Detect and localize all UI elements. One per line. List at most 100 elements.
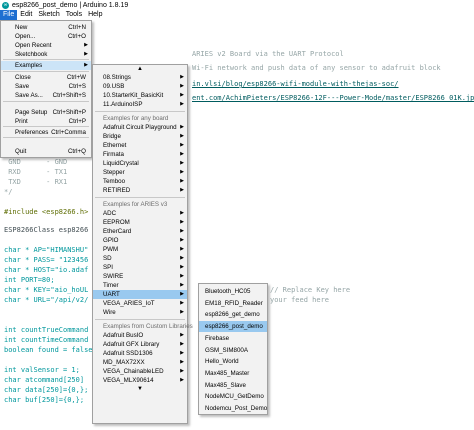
examples-menu-item-md-max72xx[interactable]: MD_MAX72XX ▶	[93, 358, 187, 367]
menu-item-shortcut: Ctrl+Comma	[51, 129, 86, 136]
menu-item-label: 11.ArduinoISP	[103, 101, 143, 108]
code-line: GND - GND	[4, 158, 68, 166]
menu-item-label: Ethernet	[103, 142, 127, 149]
examples-menu-item-vega-aries-iot[interactable]: VEGA_ARIES_IoT ▶	[93, 299, 187, 308]
file-menu-item-quit[interactable]: Quit Ctrl+Q	[1, 147, 91, 156]
code-line: int countTimeCommand	[4, 336, 89, 344]
menu-item-label: Max485_Master	[205, 369, 250, 377]
code-line: char * KEY="aio_hoUL	[4, 286, 89, 294]
file-menu-item-page-setup[interactable]: Page Setup Ctrl+Shift+P	[1, 108, 91, 117]
uart-menu-item-gsm-sim800a[interactable]: GSM_SIM800A	[199, 345, 267, 356]
examples-menu-item-spi[interactable]: SPI ▶	[93, 263, 187, 272]
examples-menu-item-wire[interactable]: Wire ▶	[93, 308, 187, 317]
examples-menu-item-swire[interactable]: SWIRE ▶	[93, 272, 187, 281]
menu-item-label: Quit	[15, 148, 27, 155]
menu-item-label: GPIO	[103, 237, 119, 244]
code-line: */	[4, 188, 13, 196]
menu-item-label: Open Recent	[15, 42, 52, 49]
uart-menu-item-firebase[interactable]: Firebase	[199, 333, 267, 344]
examples-section-header: Examples from Custom Libraries	[93, 322, 193, 331]
file-menu-item-save[interactable]: Save Ctrl+S	[1, 82, 91, 91]
examples-menu-item-bridge[interactable]: Bridge ▶	[93, 132, 187, 141]
menu-item-label: Examples for any board	[103, 115, 169, 122]
examples-menu-item-temboo[interactable]: Temboo ▶	[93, 177, 187, 186]
examples-menu-item-ethernet[interactable]: Ethernet ▶	[93, 141, 187, 150]
code-line: ESP8266Class esp8266	[4, 226, 89, 234]
examples-menu-item-retired[interactable]: RETIRED ▶	[93, 186, 187, 195]
file-menu-item-new[interactable]: New Ctrl+N	[1, 23, 91, 32]
menu-tools[interactable]: Tools	[63, 10, 85, 20]
code-line: int valSensor = 1;	[4, 366, 80, 374]
uart-menu-item-max485-master[interactable]: Max485_Master	[199, 368, 267, 379]
menu-item-label: Close	[15, 74, 31, 81]
menu-item-label: Examples	[15, 62, 43, 69]
uart-menu-item-nodemcu-post-demo[interactable]: Nodemcu_Post_Demo	[199, 403, 267, 414]
menu-item-label: Temboo	[103, 178, 126, 185]
file-menu-item-save-as[interactable]: Save As... Ctrl+Shift+S	[1, 91, 91, 100]
menu-item-label: VEGA_MLX90614	[103, 377, 154, 384]
file-menu-item-open-recent[interactable]: Open Recent ▶	[1, 41, 91, 50]
menu-item-label: Examples for ARIES v3	[103, 201, 168, 208]
uart-menu-item-nodemcu-getdemo[interactable]: NodeMCU_GetDemo	[199, 391, 267, 402]
menu-file[interactable]: File	[0, 10, 18, 20]
chevron-right-icon: ▶	[180, 142, 184, 148]
menu-item-label: Adafruit SSD1306	[103, 350, 153, 357]
scroll-up-arrow-icon[interactable]: ▲	[93, 65, 187, 73]
code-line: your feed here	[270, 296, 330, 304]
examples-menu-item-08-strings[interactable]: 08.Strings ▶	[93, 73, 187, 82]
examples-menu-item-vega-chainableled[interactable]: VEGA_ChainableLED ▶	[93, 367, 187, 376]
uart-menu-item-esp8266-post-demo[interactable]: esp8266_post_demo	[199, 321, 267, 333]
menu-item-label: NodeMCU_GetDemo	[205, 393, 264, 401]
file-menu-item-examples[interactable]: Examples ▶	[1, 61, 91, 70]
examples-menu-item-sd[interactable]: SD ▶	[93, 254, 187, 263]
examples-menu-item-ethercard[interactable]: EtherCard ▶	[93, 227, 187, 236]
uart-menu-item-bluetooth-hc05[interactable]: Bluetooth_HC05	[199, 286, 267, 297]
examples-menu-item-10-starterkit-basickit[interactable]: 10.StarterKit_BasicKit ▶	[93, 91, 187, 100]
examples-menu-item-stepper[interactable]: Stepper ▶	[93, 168, 187, 177]
chevron-right-icon: ▶	[180, 246, 184, 252]
menu-item-shortcut: Ctrl+P	[68, 118, 86, 125]
menu-item-shortcut: Ctrl+Shift+P	[52, 109, 86, 116]
examples-menu-item-adafruit-circuit-playground[interactable]: Adafruit Circuit Playground ▶	[93, 123, 187, 132]
menu-sketch[interactable]: Sketch	[35, 10, 62, 20]
chevron-right-icon: ▶	[180, 228, 184, 234]
examples-menu-item-11-arduinoisp[interactable]: 11.ArduinoISP ▶	[93, 100, 187, 109]
chevron-right-icon: ▶	[180, 291, 184, 297]
chevron-right-icon: ▶	[180, 124, 184, 130]
examples-menu-item-adafruit-ssd1306[interactable]: Adafruit SSD1306 ▶	[93, 349, 187, 358]
uart-menu-item-max485-slave[interactable]: Max485_Slave	[199, 380, 267, 391]
menu-item-label: UART	[103, 291, 120, 298]
examples-menu-item-firmata[interactable]: Firmata ▶	[93, 150, 187, 159]
examples-menu-item-adafruit-busio[interactable]: Adafruit BusIO ▶	[93, 331, 187, 340]
chevron-right-icon: ▶	[180, 237, 184, 243]
examples-menu-item-uart[interactable]: UART ▶	[93, 290, 187, 299]
uart-menu-item-esp8266-get-demo[interactable]: esp8266_get_demo	[199, 309, 267, 320]
examples-menu-item-eeprom[interactable]: EEPROM ▶	[93, 218, 187, 227]
chevron-right-icon: ▶	[180, 309, 184, 315]
file-menu-item-print[interactable]: Print Ctrl+P	[1, 117, 91, 126]
uart-menu-item-hello-world[interactable]: Hello_World	[199, 356, 267, 367]
examples-menu-item-09-usb[interactable]: 09.USB ▶	[93, 82, 187, 91]
examples-section-header: Examples for any board	[93, 114, 187, 123]
examples-menu-item-liquidcrystal[interactable]: LiquidCrystal ▶	[93, 159, 187, 168]
examples-menu-item-gpio[interactable]: GPIO ▶	[93, 236, 187, 245]
menu-help[interactable]: Help	[85, 10, 105, 20]
examples-menu-item-pwm[interactable]: PWM ▶	[93, 245, 187, 254]
file-menu-item-sketchbook[interactable]: Sketchbook ▶	[1, 50, 91, 59]
chevron-right-icon: ▶	[180, 219, 184, 225]
file-menu-item-close[interactable]: Close Ctrl+W	[1, 73, 91, 82]
scroll-down-arrow-icon[interactable]: ▼	[93, 385, 187, 393]
file-menu-item-preferences[interactable]: Preferences Ctrl+Comma	[1, 128, 91, 137]
examples-menu-item-timer[interactable]: Timer ▶	[93, 281, 187, 290]
menu-item-label: Open...	[15, 33, 36, 40]
menu-item-shortcut: Ctrl+S	[68, 83, 86, 90]
examples-menu-item-adafruit-gfx-library[interactable]: Adafruit GFX Library ▶	[93, 340, 187, 349]
code-line: char buf[250]={0,};	[4, 396, 85, 404]
file-menu-item-open[interactable]: Open... Ctrl+O	[1, 32, 91, 41]
examples-menu-item-vega-mlx90614[interactable]: VEGA_MLX90614 ▶	[93, 376, 187, 385]
menu-edit[interactable]: Edit	[17, 10, 35, 20]
chevron-right-icon: ▶	[180, 300, 184, 306]
examples-menu-item-adc[interactable]: ADC ▶	[93, 209, 187, 218]
uart-menu-item-em18-rfid-reader[interactable]: EM18_RFID_Reader	[199, 298, 267, 309]
menu-item-label: RETIRED	[103, 187, 131, 194]
